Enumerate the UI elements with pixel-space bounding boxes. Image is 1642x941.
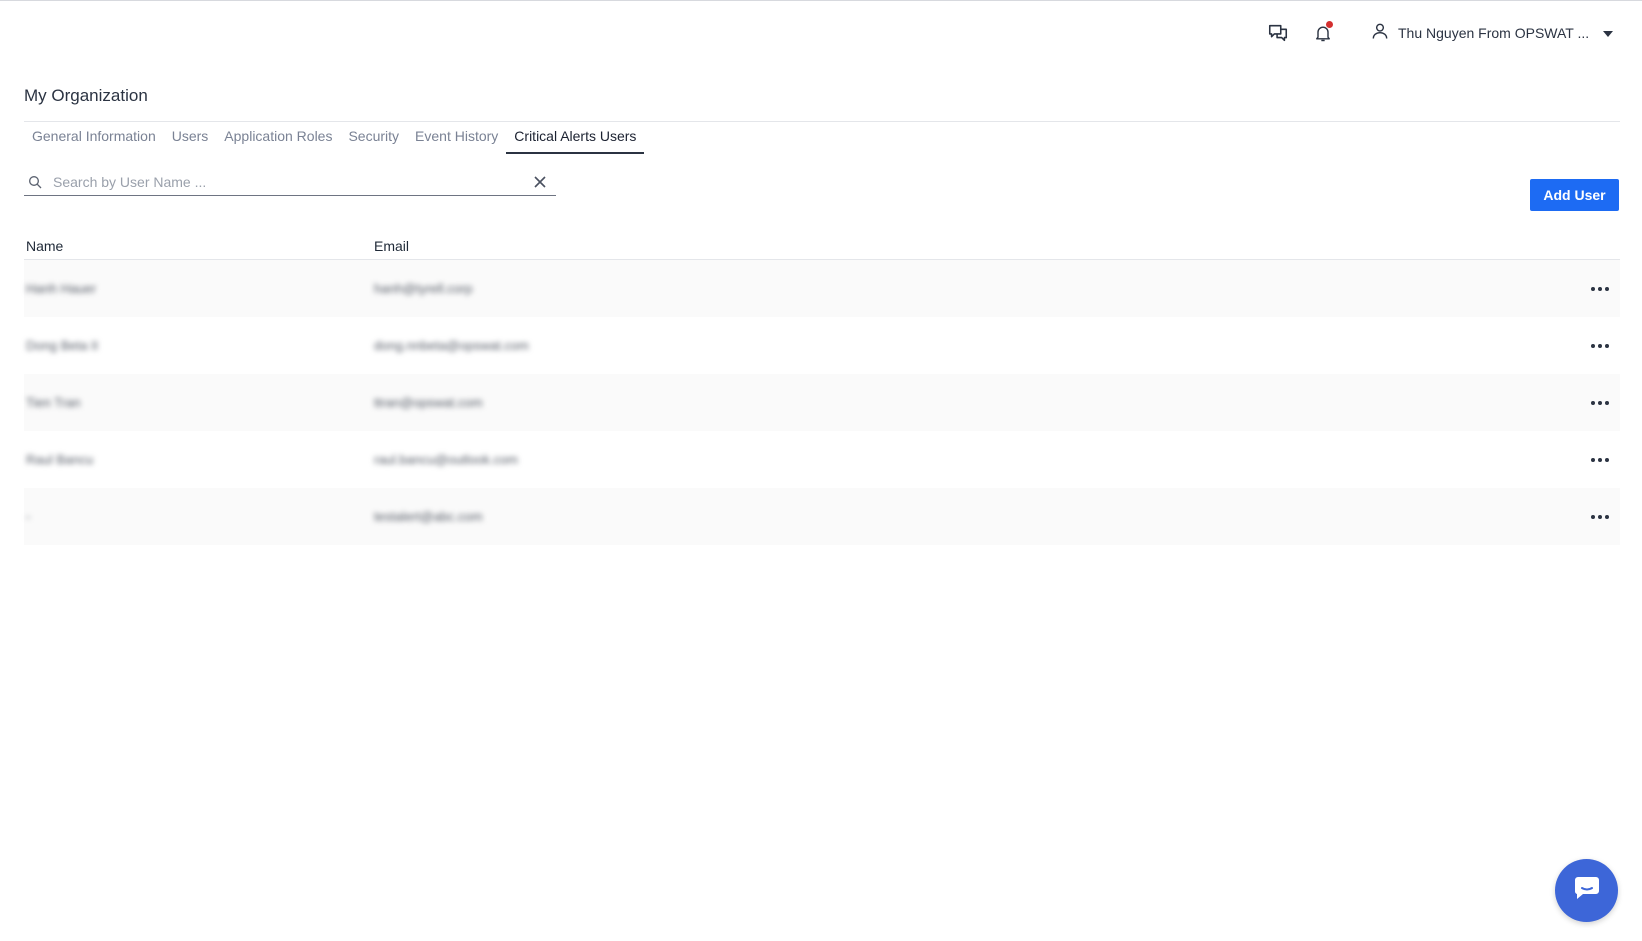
table-row: Dong Beta II dong.nnbeta@opswat.com bbox=[24, 317, 1620, 374]
user-name-cell: Hanh Hauer bbox=[26, 281, 97, 296]
column-header-email[interactable]: Email bbox=[374, 238, 1580, 254]
close-icon[interactable] bbox=[534, 175, 546, 188]
chat-bubbles-icon[interactable] bbox=[1265, 20, 1291, 46]
user-email-cell: hanh@tyrell.corp bbox=[374, 281, 473, 296]
tab-general-information[interactable]: General Information bbox=[24, 122, 164, 154]
user-email-cell: raul.bancu@outlook.com bbox=[374, 452, 518, 467]
more-horizontal-icon[interactable] bbox=[1585, 452, 1615, 468]
user-name: Thu Nguyen From OPSWAT ... bbox=[1398, 25, 1590, 41]
tab-users[interactable]: Users bbox=[164, 122, 217, 154]
chat-bubble-icon bbox=[1573, 875, 1601, 906]
more-horizontal-icon[interactable] bbox=[1585, 509, 1615, 525]
support-chat-button[interactable] bbox=[1555, 859, 1618, 922]
user-email-cell: ttran@opswat.com bbox=[374, 395, 483, 410]
user-name-cell: Dong Beta II bbox=[26, 338, 99, 353]
tab-critical-alerts-users[interactable]: Critical Alerts Users bbox=[506, 122, 645, 154]
add-user-button[interactable]: Add User bbox=[1530, 179, 1619, 211]
user-name-cell: - bbox=[26, 509, 31, 524]
column-header-name[interactable]: Name bbox=[24, 238, 374, 254]
user-name-cell: Raul Bancu bbox=[26, 452, 94, 467]
user-icon bbox=[1370, 21, 1390, 46]
search-icon bbox=[27, 174, 43, 190]
table-row: Raul Bancu raul.bancu@outlook.com bbox=[24, 431, 1620, 488]
more-horizontal-icon[interactable] bbox=[1585, 281, 1615, 297]
tab-event-history[interactable]: Event History bbox=[407, 122, 506, 154]
page-title: My Organization bbox=[24, 86, 148, 105]
search-bar bbox=[24, 168, 556, 196]
table-row: Hanh Hauer hanh@tyrell.corp bbox=[24, 260, 1620, 317]
top-header: Thu Nguyen From OPSWAT ... bbox=[0, 0, 1642, 64]
table-row: - testalert@abc.com bbox=[24, 488, 1620, 545]
tab-bar: General Information Users Application Ro… bbox=[24, 122, 645, 154]
search-input[interactable] bbox=[53, 169, 534, 194]
user-menu[interactable]: Thu Nguyen From OPSWAT ... bbox=[1370, 20, 1614, 46]
more-horizontal-icon[interactable] bbox=[1585, 338, 1615, 354]
user-name-cell: Tien Tran bbox=[26, 395, 81, 410]
user-email-cell: dong.nnbeta@opswat.com bbox=[374, 338, 529, 353]
caret-down-icon[interactable] bbox=[1603, 24, 1614, 42]
tab-security[interactable]: Security bbox=[340, 122, 407, 154]
bell-icon[interactable] bbox=[1310, 20, 1336, 46]
critical-alerts-users-table: Name Email Hanh Hauer hanh@tyrell.corp D… bbox=[24, 232, 1620, 545]
notification-badge bbox=[1326, 21, 1333, 28]
table-header: Name Email bbox=[24, 232, 1620, 260]
more-horizontal-icon[interactable] bbox=[1585, 395, 1615, 411]
tab-application-roles[interactable]: Application Roles bbox=[216, 122, 340, 154]
user-email-cell: testalert@abc.com bbox=[374, 509, 483, 524]
table-row: Tien Tran ttran@opswat.com bbox=[24, 374, 1620, 431]
